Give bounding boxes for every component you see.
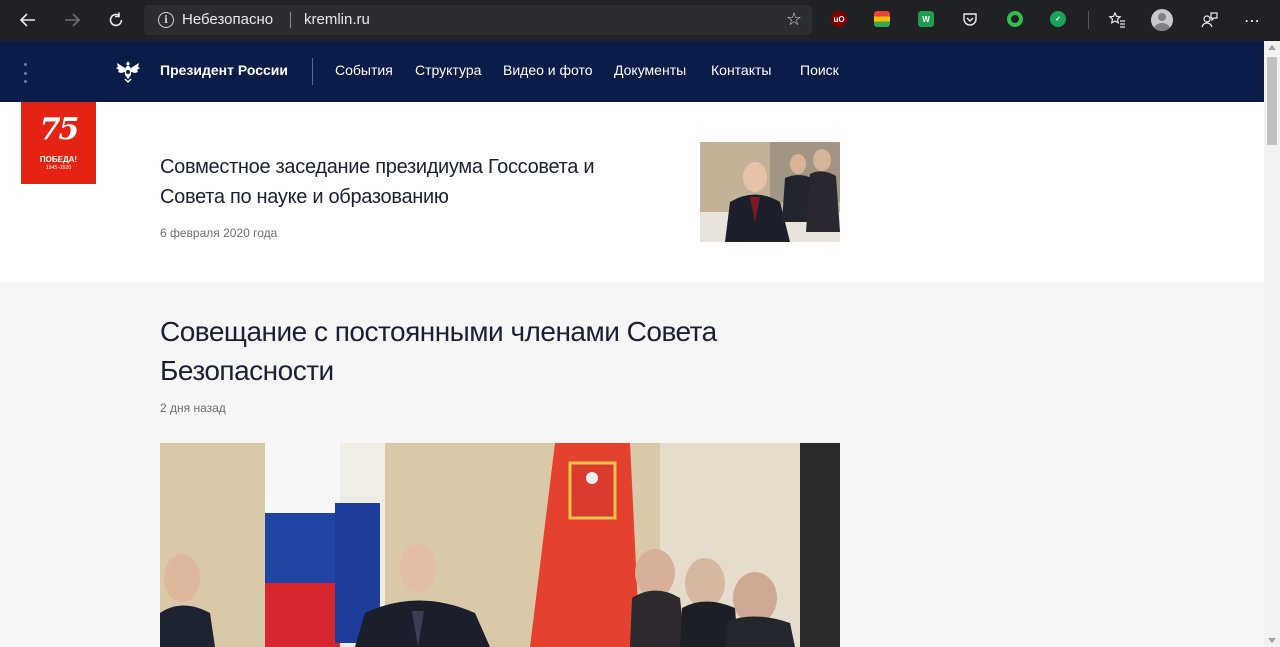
article-thumbnail[interactable]: [700, 142, 840, 242]
page-scrollbar[interactable]: [1264, 41, 1280, 647]
grammar-extension-icon[interactable]: ✓: [1050, 11, 1066, 27]
article-title[interactable]: Совместное заседание президиума Госсовет…: [160, 152, 660, 212]
site-header: Президент России События Структура Видео…: [0, 41, 1264, 102]
favorites-icon[interactable]: [1105, 8, 1129, 32]
scroll-thumb[interactable]: [1267, 57, 1277, 145]
badge-number: 75: [39, 112, 80, 147]
nav-contacts[interactable]: Контакты: [711, 62, 771, 78]
article-photo[interactable]: [160, 443, 840, 647]
badge-years: 1945–2020: [45, 165, 72, 171]
pocket-icon[interactable]: [962, 11, 978, 27]
browser-toolbar: i Небезопасно kremlin.ru ☆ uO W ✓ ⋯: [0, 0, 1280, 41]
nav-structure[interactable]: Структура: [415, 62, 481, 78]
nav-events[interactable]: События: [335, 62, 393, 78]
nav-video-photo[interactable]: Видео и фото: [503, 62, 593, 78]
address-separator: [290, 12, 291, 28]
badge-word: ПОБЕДА!: [39, 155, 78, 164]
star-icon[interactable]: ☆: [786, 9, 802, 30]
headline-date: 2 дня назад: [160, 401, 226, 415]
header-separator: [312, 58, 313, 85]
word-extension-icon[interactable]: W: [918, 11, 934, 27]
eagle-emblem-icon[interactable]: [114, 57, 142, 85]
site-title[interactable]: Президент России: [160, 62, 288, 78]
victory-75-badge[interactable]: 75 ПОБЕДА! 1945–2020: [21, 102, 96, 184]
profile-avatar[interactable]: [1151, 9, 1173, 31]
address-bar[interactable]: i Небезопасно kremlin.ru ☆: [144, 5, 812, 35]
google-apps-icon[interactable]: [874, 11, 890, 27]
more-options-icon[interactable]: ⋯: [1240, 8, 1264, 32]
article-headline[interactable]: Совещание с постоянными членами Совета Б…: [160, 312, 760, 390]
nav-search[interactable]: Поиск: [800, 62, 839, 78]
scroll-down-arrow-icon[interactable]: [1268, 638, 1276, 643]
back-icon[interactable]: [16, 8, 40, 32]
refresh-icon[interactable]: [104, 8, 128, 32]
info-icon[interactable]: i: [158, 12, 174, 28]
security-label: Небезопасно: [182, 11, 274, 28]
url-text[interactable]: kremlin.ru: [304, 11, 370, 28]
feedback-icon[interactable]: [1197, 8, 1221, 32]
forward-icon[interactable]: [60, 8, 84, 32]
ublock-icon[interactable]: uO: [831, 11, 847, 27]
menu-dots-icon[interactable]: [22, 63, 28, 83]
circle-extension-icon[interactable]: [1007, 11, 1023, 27]
scroll-up-arrow-icon[interactable]: [1268, 45, 1276, 50]
toolbar-separator: [1088, 11, 1089, 29]
article-date: 6 февраля 2020 года: [160, 226, 278, 240]
nav-documents[interactable]: Документы: [614, 62, 686, 78]
